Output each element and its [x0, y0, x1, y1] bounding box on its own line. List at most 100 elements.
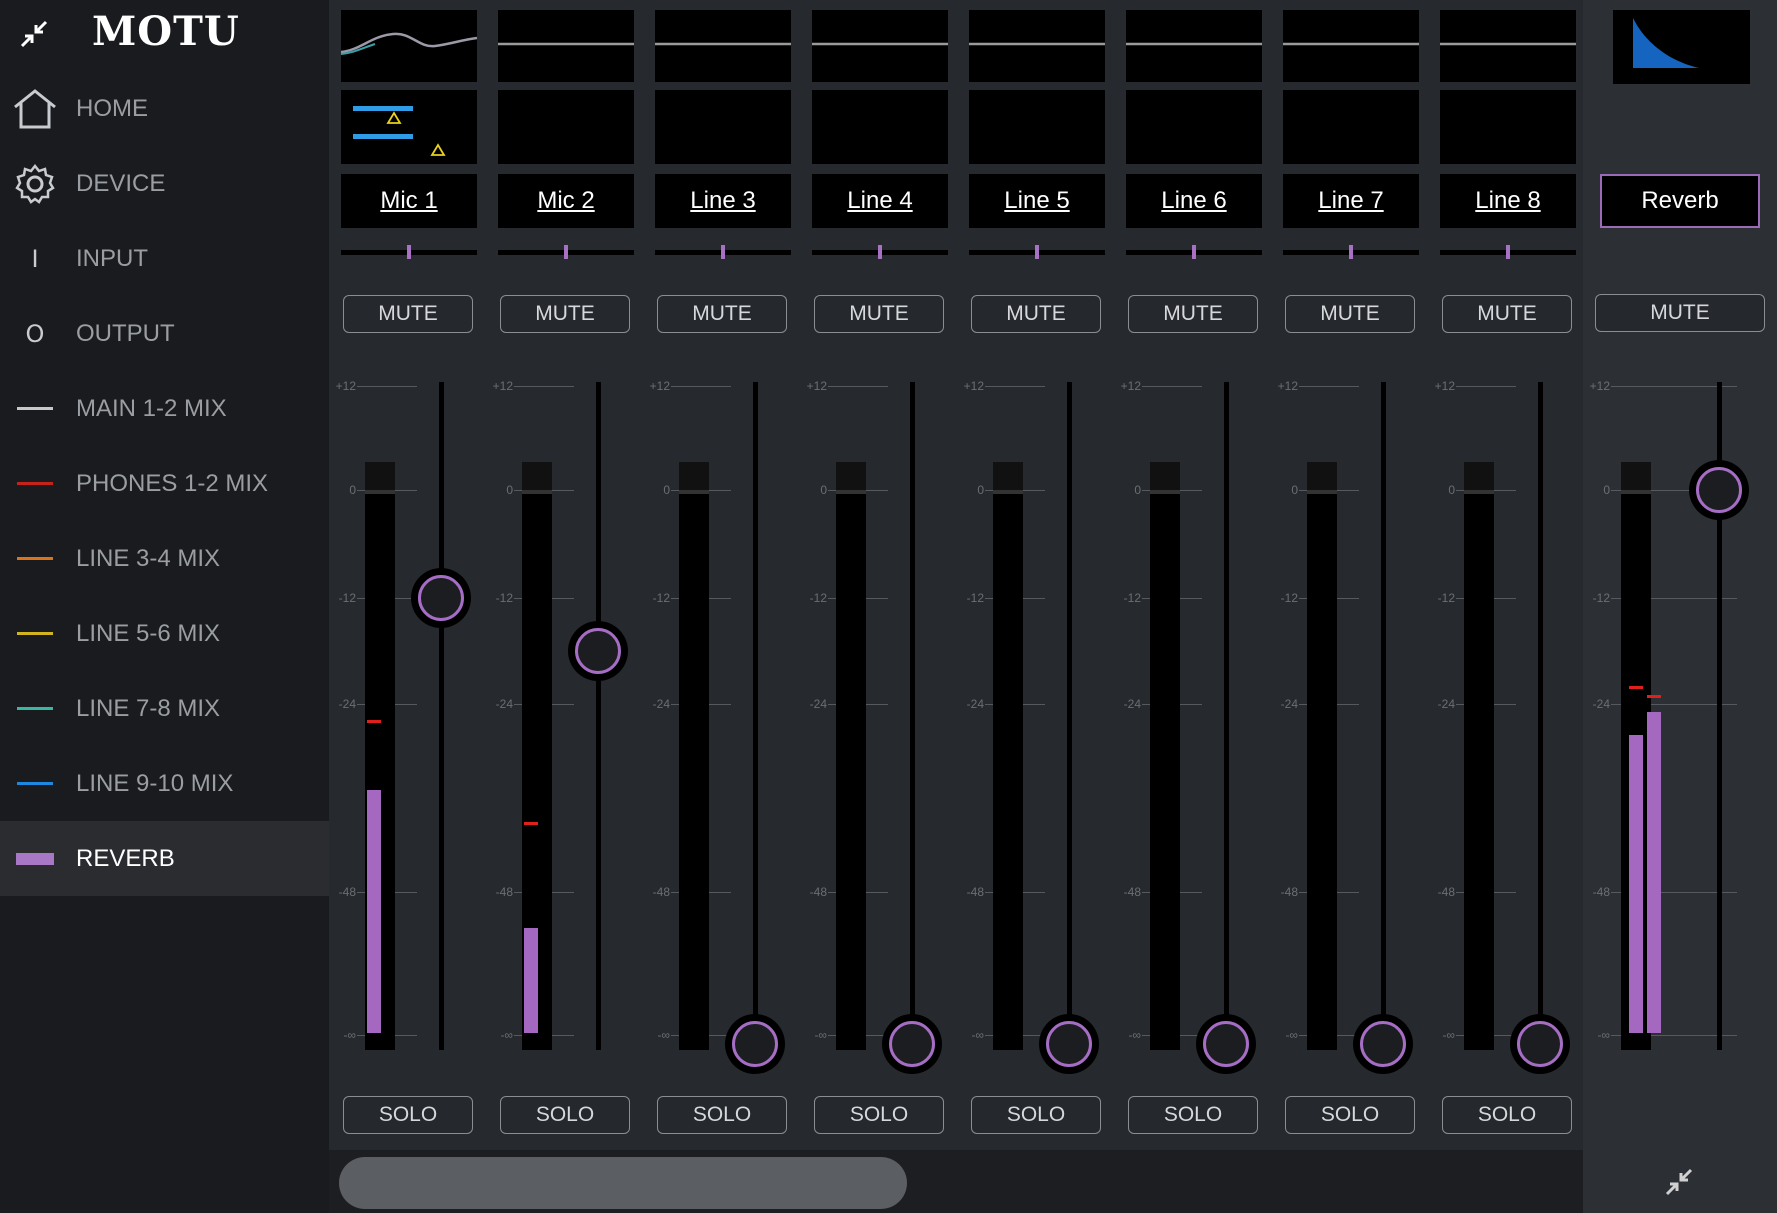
line-8-scale-label: -48 [1437, 885, 1455, 899]
mic-1-scale-label: -48 [338, 885, 356, 899]
meter-cap [679, 462, 709, 494]
scrollbar-thumb[interactable] [339, 1157, 907, 1209]
line-5-scale-label: -48 [966, 885, 984, 899]
line-7-scale-label: -12 [1280, 591, 1298, 605]
fader-knob[interactable] [1517, 1021, 1563, 1067]
channel-strip-line-5: Line 5 MUTE +12 0 -12 -24 -48 -∞ SOLO [957, 0, 1115, 1150]
mic-2-scale-label: -48 [495, 885, 513, 899]
mix-line-icon-swatch [17, 482, 53, 485]
meter-cap [522, 462, 552, 494]
sidebar-item-label: MAIN 1-2 MIX [76, 394, 227, 422]
sidebar-item-main-1-2-mix[interactable]: MAIN 1-2 MIX [0, 371, 329, 446]
solo-button[interactable]: SOLO [1128, 1096, 1258, 1134]
fader-track[interactable] [1067, 382, 1072, 1050]
fader-knob[interactable] [732, 1021, 778, 1067]
db-scale: +12 0 -12 -24 -48 -∞ [1114, 0, 1271, 1080]
mic-2-scale-label: -12 [495, 591, 513, 605]
line-6-scale-label: -∞ [1128, 1028, 1141, 1042]
fader-track[interactable] [1381, 382, 1386, 1050]
fader-knob[interactable] [1046, 1021, 1092, 1067]
channel-strip-line-3: Line 3 MUTE +12 0 -12 -24 -48 -∞ SOLO [643, 0, 801, 1150]
reverb-scale-label: -∞ [1597, 1028, 1610, 1042]
sidebar-item-input[interactable]: I INPUT [0, 221, 329, 296]
mix-line-icon-swatch [17, 707, 53, 710]
line-8-scale-tick [1456, 386, 1516, 387]
fader-track[interactable] [1538, 382, 1543, 1050]
line-6-scale-label: -48 [1123, 885, 1141, 899]
solo-button[interactable]: SOLO [657, 1096, 787, 1134]
fader-track[interactable] [439, 382, 444, 1050]
solo-button[interactable]: SOLO [971, 1096, 1101, 1134]
sidebar-item-phones-1-2-mix[interactable]: PHONES 1-2 MIX [0, 446, 329, 521]
channel-strip-mic-2: Mic 2 MUTE +12 0 -12 -24 -48 -∞ SOLO [486, 0, 644, 1150]
meter-cap [365, 462, 395, 494]
line-7-scale-label: -∞ [1285, 1028, 1298, 1042]
meter-cap [993, 462, 1023, 494]
line-5-scale-label: -12 [966, 591, 984, 605]
line-4-scale-label: -48 [809, 885, 827, 899]
sidebar-item-output[interactable]: O OUTPUT [0, 296, 329, 371]
line-4-scale-tick [828, 386, 888, 387]
level-meter [993, 462, 1023, 1050]
db-scale: +12 0 -12 -24 -48 -∞ [486, 0, 643, 1080]
sidebar-item-device[interactable]: DEVICE [0, 146, 329, 221]
db-scale: +12 0 -12 -24 -48 -∞ [1428, 0, 1585, 1080]
meter-peak-indicator [367, 719, 381, 723]
meter-level-bar [524, 927, 538, 1033]
fader-knob[interactable] [1203, 1021, 1249, 1067]
line-7-scale-label: -48 [1280, 885, 1298, 899]
sidebar-item-line-9-10-mix[interactable]: LINE 9-10 MIX [0, 746, 329, 821]
fader-knob[interactable] [889, 1021, 935, 1067]
sidebar-item-line-7-8-mix[interactable]: LINE 7-8 MIX [0, 671, 329, 746]
line-6-scale-label: 0 [1134, 483, 1141, 497]
sidebar-item-label: PHONES 1-2 MIX [76, 469, 269, 497]
line-3-scale-tick [671, 386, 731, 387]
sidebar-item-label: LINE 3-4 MIX [76, 544, 221, 572]
sidebar-item-label: LINE 7-8 MIX [76, 694, 221, 722]
sidebar-item-line-5-6-mix[interactable]: LINE 5-6 MIX [0, 596, 329, 671]
sidebar-item-line-3-4-mix[interactable]: LINE 3-4 MIX [0, 521, 329, 596]
solo-button[interactable]: SOLO [1285, 1096, 1415, 1134]
mic-1-scale-label: -12 [338, 591, 356, 605]
input-icon: I [10, 234, 60, 284]
line-6-scale-tick [1142, 386, 1202, 387]
expand-icon[interactable] [1659, 1162, 1699, 1202]
solo-button[interactable]: SOLO [343, 1096, 473, 1134]
fader-track[interactable] [910, 382, 915, 1050]
fader-track[interactable] [1224, 382, 1229, 1050]
input-icon-glyph: I [31, 244, 39, 273]
reverb-strip: Reverb MUTE +12 0 -12 -24 -48 -∞ [1583, 0, 1777, 1213]
level-meter [836, 462, 866, 1050]
mixer-area: Mic 1 MUTE +12 0 -12 -24 -48 -∞ SOLO Mic 2 MUTE +12… [329, 0, 1586, 1150]
channel-strip-line-8: Line 8 MUTE +12 0 -12 -24 -48 -∞ SOLO [1428, 0, 1586, 1150]
meter-peak-indicator [524, 821, 538, 825]
solo-button[interactable]: SOLO [1442, 1096, 1572, 1134]
output-icon: O [10, 309, 60, 359]
line-5-scale-label: +12 [963, 379, 984, 393]
mic-1-scale-label: -∞ [343, 1028, 356, 1042]
mic-2-scale-label: 0 [506, 483, 513, 497]
mic-1-scale-label: 0 [349, 483, 356, 497]
level-meter [1464, 462, 1494, 1050]
line-8-scale-label: -12 [1437, 591, 1455, 605]
collapse-icon[interactable] [14, 14, 54, 54]
sidebar-item-reverb[interactable]: REVERB [0, 821, 329, 896]
fader-track[interactable] [596, 382, 601, 1050]
mix-line-icon-swatch [17, 632, 53, 635]
mix-line-icon [10, 459, 60, 509]
line-8-scale-label: -24 [1437, 697, 1455, 711]
fader-knob[interactable] [1360, 1021, 1406, 1067]
fader-knob[interactable] [575, 628, 621, 674]
horizontal-scrollbar[interactable] [329, 1150, 1583, 1213]
fader-track[interactable] [753, 382, 758, 1050]
sidebar-item-home[interactable]: HOME [0, 71, 329, 146]
solo-button[interactable]: SOLO [500, 1096, 630, 1134]
sidebar-item-label: OUTPUT [76, 319, 175, 347]
solo-button[interactable]: SOLO [814, 1096, 944, 1134]
reverb-scale-label: -24 [1592, 697, 1610, 711]
level-meter [679, 462, 709, 1050]
output-icon-glyph: O [25, 319, 45, 348]
fader-knob[interactable] [418, 575, 464, 621]
line-7-scale-label: +12 [1277, 379, 1298, 393]
reverb-fader-knob[interactable] [1696, 467, 1742, 513]
